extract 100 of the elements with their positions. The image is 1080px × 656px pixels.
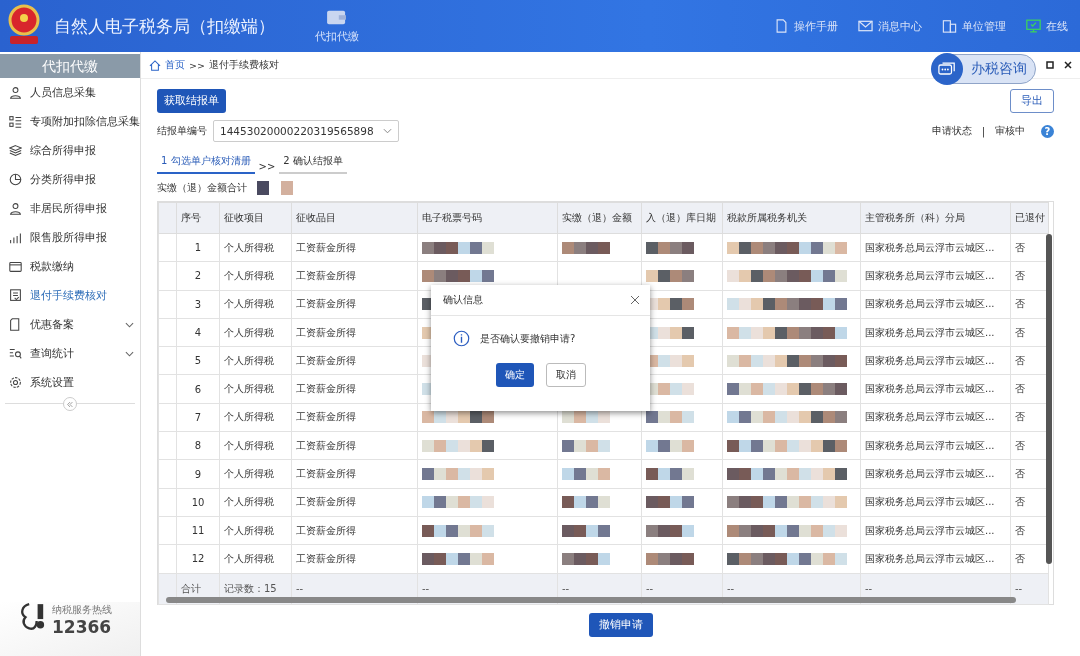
breadcrumb-current: 退付手续费核对: [208, 58, 279, 72]
page-icon: [9, 318, 22, 331]
header-link[interactable]: 操作手册: [774, 18, 838, 34]
table-cell: 工资薪金所得: [291, 261, 418, 291]
report-number-select[interactable]: 14453020000220319565898: [213, 120, 399, 142]
sidebar-item[interactable]: 专项附加扣除信息采集: [0, 107, 140, 136]
table-cell: 国家税务总局云浮市云城区...: [860, 346, 1011, 375]
scrollbar[interactable]: [166, 597, 1016, 603]
wallet-icon: [326, 8, 348, 26]
building-icon: [942, 19, 957, 33]
sidebar-item[interactable]: 分类所得申报: [0, 165, 140, 194]
table-cell: 个人所得税: [219, 318, 292, 347]
table-cell: 国家税务总局云浮市云城区...: [860, 375, 1011, 404]
table-cell: 7: [176, 403, 220, 432]
search-icon: [9, 347, 22, 360]
document-icon: [774, 19, 789, 33]
sidebar-item[interactable]: 系统设置: [0, 368, 140, 397]
dialog-message: 是否确认要撤销申请?: [480, 331, 576, 346]
table-cell: 个人所得税: [219, 261, 292, 291]
help-icon[interactable]: ?: [1041, 124, 1054, 138]
person-icon: [9, 202, 22, 215]
revoke-button[interactable]: 撤销申请: [588, 613, 653, 637]
table-cell: 个人所得税: [219, 488, 292, 517]
status-separator: |: [981, 125, 985, 137]
table-cell: 8: [176, 431, 220, 460]
step-separator: >>: [258, 161, 276, 172]
status-value: 审核中: [995, 124, 1025, 138]
monitor-icon: [1026, 19, 1041, 33]
table-cell: 国家税务总局云浮市云城区...: [860, 459, 1011, 489]
table-cell: 国家税务总局云浮市云城区...: [860, 544, 1011, 574]
table-cell: 国家税务总局云浮市云城区...: [860, 488, 1011, 517]
table-cell: 11: [176, 516, 220, 545]
sidebar-item[interactable]: 退付手续费核对: [0, 281, 140, 310]
table-cell: 工资薪金所得: [291, 544, 418, 574]
sidebar-item[interactable]: 非居民所得申报: [0, 194, 140, 223]
person-icon: [9, 86, 22, 99]
column-header: 电子税票号码: [417, 202, 558, 234]
table-cell: 10: [176, 488, 220, 517]
header-link[interactable]: 消息中心: [858, 18, 922, 34]
sidebar-item[interactable]: 人员信息采集: [0, 78, 140, 107]
column-header: 入（退）库日期: [641, 202, 723, 234]
hotline-number: 12366: [52, 617, 112, 637]
table-cell: 个人所得税: [219, 375, 292, 404]
layers-icon: [9, 144, 22, 157]
app-title: 自然人电子税务局（扣缴端）: [54, 14, 275, 38]
wallet-icon: [9, 260, 22, 273]
table-cell: 国家税务总局云浮市云城区...: [860, 516, 1011, 545]
sidebar-item[interactable]: 查询统计: [0, 339, 140, 368]
table-cell: 工资薪金所得: [291, 431, 418, 460]
caret-icon: [383, 128, 392, 134]
column-header: 征收品目: [291, 202, 418, 234]
column-header: 已退付: [1010, 202, 1049, 234]
header-link[interactable]: 在线: [1026, 18, 1068, 34]
confirm-button[interactable]: 确定: [495, 363, 534, 387]
table-cell: 个人所得税: [219, 290, 292, 319]
breadcrumb-link[interactable]: 首页: [165, 58, 185, 72]
close-icon[interactable]: [1064, 61, 1072, 69]
cancel-button[interactable]: 取消: [545, 363, 586, 387]
table-cell: 工资薪金所得: [291, 459, 418, 489]
column-header: 征收项目: [219, 202, 292, 234]
sidebar-title: 代扣代缴: [0, 54, 140, 78]
table-cell: 工资薪金所得: [291, 318, 418, 347]
restore-icon[interactable]: [1046, 61, 1054, 69]
doc-icon: [9, 289, 22, 302]
table-cell: 工资薪金所得: [291, 488, 418, 517]
step-tab[interactable]: 2 确认结报单: [279, 150, 347, 174]
table-cell: 个人所得税: [219, 459, 292, 489]
table-cell: 个人所得税: [219, 544, 292, 574]
gear-icon: [9, 376, 22, 389]
breadcrumb-separator: >>: [189, 59, 205, 71]
get-report-button[interactable]: 获取结报单: [157, 89, 226, 113]
table-cell: 12: [176, 544, 220, 574]
sidebar-item[interactable]: 税款缴纳: [0, 252, 140, 281]
table-cell: 国家税务总局云浮市云城区...: [860, 431, 1011, 460]
table-cell: 工资薪金所得: [291, 233, 418, 262]
table-cell: 工资薪金所得: [291, 346, 418, 375]
field-label: 结报单编号: [157, 124, 207, 138]
sidebar-item[interactable]: 限售股所得申报: [0, 223, 140, 252]
step-tab[interactable]: 1 勾选单户核对清册: [157, 150, 255, 174]
table-cell: 工资薪金所得: [291, 290, 418, 319]
nav-tab[interactable]: 代扣代缴: [315, 8, 359, 44]
sidebar-item[interactable]: 综合所得申报: [0, 136, 140, 165]
table-cell: 国家税务总局云浮市云城区...: [860, 233, 1011, 262]
header-link[interactable]: 单位管理: [942, 18, 1006, 34]
hotline-label: 纳税服务热线: [52, 603, 112, 617]
table-cell: 国家税务总局云浮市云城区...: [860, 290, 1011, 319]
pie-icon: [9, 173, 22, 186]
table-cell: 个人所得税: [219, 403, 292, 432]
table-cell: 个人所得税: [219, 346, 292, 375]
list-icon: [9, 115, 22, 128]
export-button[interactable]: 导出: [1010, 89, 1054, 113]
consult-button[interactable]: 办税咨询: [932, 54, 1036, 84]
sidebar-item[interactable]: 优惠备案: [0, 310, 140, 339]
status-label: 申请状态: [931, 124, 972, 138]
table-cell: 国家税务总局云浮市云城区...: [860, 261, 1011, 291]
column-header: 实缴（退）金额: [557, 202, 642, 234]
dialog-title: 确认信息: [443, 293, 483, 307]
scrollbar[interactable]: [1046, 234, 1052, 564]
table-cell: 工资薪金所得: [291, 516, 418, 545]
table-cell: 国家税务总局云浮市云城区...: [860, 318, 1011, 347]
